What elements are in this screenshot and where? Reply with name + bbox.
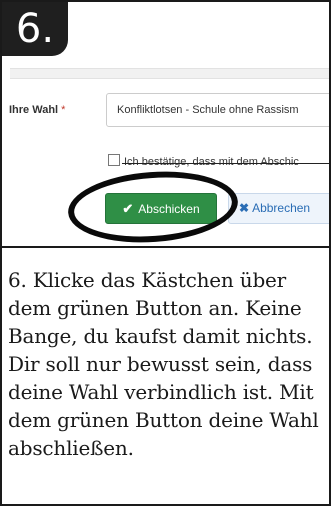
confirm-row[interactable]: Ich bestätige, dass mit dem Abschic: [108, 154, 329, 168]
step-number-badge: 6.: [2, 2, 68, 56]
required-marker: *: [61, 104, 66, 116]
confirm-text: Ich bestätige, dass mit dem Abschic: [124, 156, 299, 168]
confirm-overlap-line: [122, 163, 329, 164]
choice-select[interactable]: Konfliktlotsen - Schule ohne Rassism: [106, 93, 329, 127]
divider: [2, 246, 329, 248]
submit-button[interactable]: ✔ Abschicken: [105, 193, 217, 224]
choice-label: Ihre Wahl *: [9, 104, 65, 116]
confirm-checkbox[interactable]: [108, 154, 120, 166]
submit-label: Abschicken: [138, 202, 200, 216]
instruction-text: 6. Klicke das Kästchen über dem grünen B…: [8, 268, 319, 460]
cancel-label: Abbrechen: [252, 201, 311, 215]
cancel-button[interactable]: ✖ Abbrechen: [228, 193, 329, 224]
choice-label-text: Ihre Wahl: [9, 104, 59, 116]
x-icon: ✖: [239, 201, 250, 215]
form-header-bar: [10, 68, 329, 79]
check-icon: ✔: [122, 201, 134, 216]
tutorial-step-card: Ihre Wahl * Konfliktlotsen - Schule ohne …: [0, 0, 331, 506]
